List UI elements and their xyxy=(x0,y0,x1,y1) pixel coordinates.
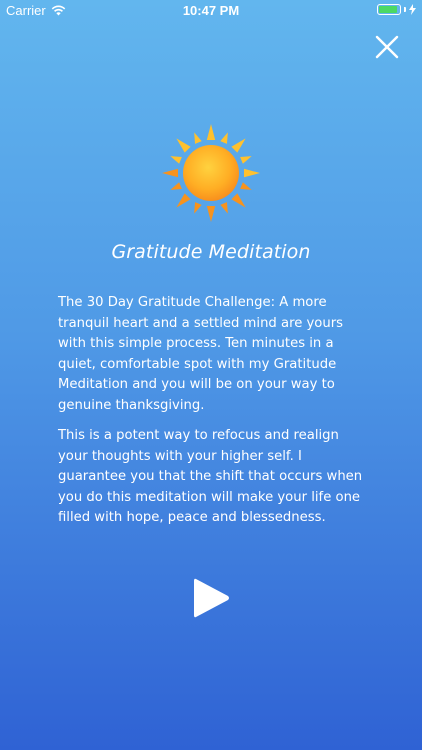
sun-ray xyxy=(176,193,191,208)
charging-icon xyxy=(409,4,416,15)
description-paragraph-1: The 30 Day Gratitude Challenge: A more t… xyxy=(58,293,368,416)
sun-ray xyxy=(170,182,182,190)
sun-ray xyxy=(206,206,216,222)
sun-ray xyxy=(240,182,252,190)
paragraph-text: The 30 Day Gratitude Challenge: A more t… xyxy=(58,295,344,413)
sun-ray xyxy=(220,202,228,214)
sun-ray xyxy=(194,132,202,144)
sun-ray xyxy=(176,138,191,153)
status-right xyxy=(377,4,416,15)
sun-ray xyxy=(170,156,182,164)
close-button[interactable] xyxy=(374,34,400,60)
sun-icon xyxy=(162,124,260,222)
sun-ray xyxy=(231,193,246,208)
status-bar: Carrier 10:47 PM xyxy=(0,0,422,22)
play-button[interactable] xyxy=(192,576,232,620)
play-icon xyxy=(194,578,229,618)
sun-ray xyxy=(244,168,260,178)
battery-cap xyxy=(404,7,406,12)
sun-ray xyxy=(162,168,178,178)
battery-level xyxy=(379,6,397,13)
sun-ray xyxy=(220,132,228,144)
page-title: Gratitude Meditation xyxy=(111,241,311,263)
sun-disc xyxy=(183,145,239,201)
description-paragraph-2: This is a potent way to refocus and real… xyxy=(58,426,368,529)
sun-ray xyxy=(240,156,252,164)
paragraph-text: This is a potent way to refocus and real… xyxy=(58,428,363,525)
battery-icon xyxy=(377,4,401,15)
sun-ray xyxy=(231,138,246,153)
status-time: 10:47 PM xyxy=(182,3,240,18)
sun-ray xyxy=(194,202,202,214)
sun-ray xyxy=(206,124,216,140)
meditation-detail-screen: Carrier 10:47 PM Gratitude Meditation Th… xyxy=(0,0,422,750)
